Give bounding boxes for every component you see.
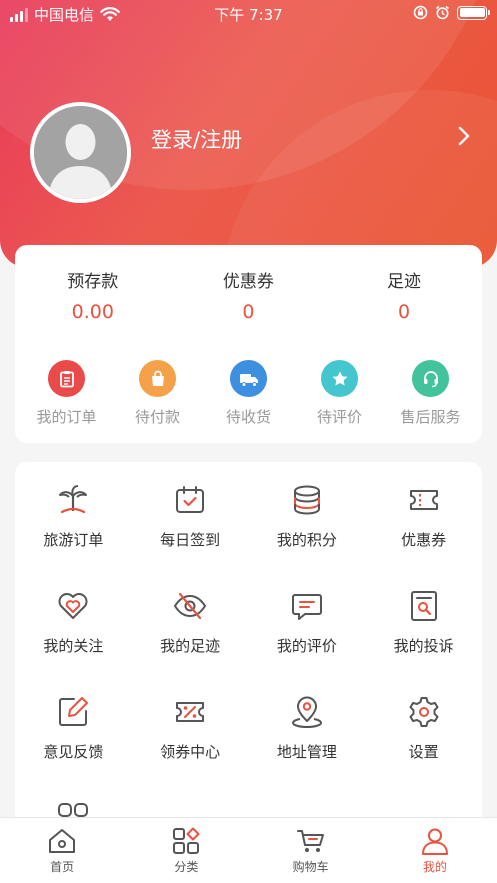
category-icon xyxy=(173,827,200,854)
stat-label: 预存款 xyxy=(67,272,119,292)
eye-off-icon xyxy=(173,592,207,620)
order-after-sales[interactable]: 售后服务 xyxy=(391,360,471,427)
status-bar: 中国电信 下午 7:37 xyxy=(0,0,497,28)
service-travel-orders[interactable]: 旅游订单 xyxy=(15,482,132,588)
home-icon xyxy=(49,829,76,853)
bottom-tab-bar: 首页 分类 购物车 我的 xyxy=(0,817,497,883)
percent-coupon-icon xyxy=(176,702,205,722)
stat-coupons[interactable]: 优惠券 0 xyxy=(171,267,327,323)
stat-label: 足迹 xyxy=(386,272,421,292)
service-label: 旅游订单 xyxy=(43,531,104,549)
shopping-bag-icon xyxy=(139,360,176,397)
service-my-footprints[interactable]: 我的足迹 xyxy=(132,588,249,694)
stat-value: 0 xyxy=(397,301,411,323)
calendar-check-icon xyxy=(176,486,205,513)
tab-home[interactable]: 首页 xyxy=(0,818,124,883)
login-row[interactable]: 登录/注册 xyxy=(30,102,470,203)
stat-value: 0 xyxy=(242,301,255,323)
service-coupon-center[interactable]: 领券中心 xyxy=(132,694,249,800)
clipboard-icon xyxy=(48,360,85,397)
edit-icon xyxy=(59,697,89,726)
service-my-reviews[interactable]: 我的评价 xyxy=(249,588,366,694)
battery-icon xyxy=(457,5,490,20)
service-label: 我的关注 xyxy=(43,637,104,655)
palm-tree-icon xyxy=(59,485,88,514)
service-settings[interactable]: 设置 xyxy=(365,694,482,800)
service-coupons[interactable]: 优惠券 xyxy=(365,482,482,588)
order-pending-delivery[interactable]: 待收货 xyxy=(209,360,289,427)
ticket-icon xyxy=(409,490,438,510)
stat-footprints[interactable]: 足迹 0 xyxy=(326,267,482,323)
coin-stack-icon xyxy=(293,485,320,515)
order-label: 待评价 xyxy=(316,408,362,426)
service-label: 地址管理 xyxy=(276,743,337,761)
service-daily-checkin[interactable]: 每日签到 xyxy=(132,482,249,588)
order-pending-payment[interactable]: 待付款 xyxy=(118,360,198,427)
account-summary-card: 预存款 0.00 优惠券 0 足迹 0 我的订单 待付款 待收货 待评价 售后服… xyxy=(15,245,482,443)
tab-label: 我的 xyxy=(422,860,447,874)
location-pin-icon xyxy=(291,696,322,729)
alarm-icon xyxy=(436,5,449,20)
tab-label: 购物车 xyxy=(292,860,329,874)
stat-deposit[interactable]: 预存款 0.00 xyxy=(15,267,171,323)
order-all[interactable]: 我的订单 xyxy=(27,360,107,427)
services-card: 旅游订单 每日签到 我的积分 优惠券 我的关注 我的足迹 我的评价 我的投诉 意… xyxy=(15,462,482,842)
service-label: 优惠券 xyxy=(401,531,447,549)
tab-mine[interactable]: 我的 xyxy=(373,818,497,883)
headset-icon xyxy=(412,360,449,397)
stat-label: 优惠券 xyxy=(222,272,274,292)
tab-category[interactable]: 分类 xyxy=(124,818,248,883)
service-address-management[interactable]: 地址管理 xyxy=(249,694,366,800)
heart-icon xyxy=(58,593,88,619)
comment-icon xyxy=(291,594,322,620)
service-label: 领券中心 xyxy=(160,743,221,761)
star-icon xyxy=(321,360,358,397)
service-label: 意见反馈 xyxy=(43,743,104,761)
service-my-points[interactable]: 我的积分 xyxy=(249,482,366,588)
tab-cart[interactable]: 购物车 xyxy=(249,818,373,883)
order-label: 待收货 xyxy=(225,408,271,426)
service-label: 设置 xyxy=(408,743,439,761)
orientation-lock-icon xyxy=(413,5,428,20)
order-pending-review[interactable]: 待评价 xyxy=(300,360,380,427)
order-label: 我的订单 xyxy=(36,408,97,426)
service-label: 我的积分 xyxy=(276,531,337,549)
service-my-follows[interactable]: 我的关注 xyxy=(15,588,132,694)
service-label: 我的投诉 xyxy=(393,637,454,655)
gear-icon xyxy=(409,697,439,727)
service-feedback[interactable]: 意见反馈 xyxy=(15,694,132,800)
default-avatar-icon xyxy=(34,106,127,199)
service-label: 每日签到 xyxy=(160,531,221,549)
tab-label: 首页 xyxy=(50,860,75,874)
chevron-right-icon[interactable] xyxy=(458,126,470,146)
service-label: 我的足迹 xyxy=(160,637,221,655)
order-label: 待付款 xyxy=(134,408,180,426)
user-icon xyxy=(421,828,448,855)
avatar[interactable] xyxy=(30,102,131,203)
complaint-doc-icon xyxy=(410,591,437,621)
stat-value: 0.00 xyxy=(71,301,114,323)
login-register-link[interactable]: 登录/注册 xyxy=(151,124,242,154)
service-label: 我的评价 xyxy=(276,637,337,655)
tab-label: 分类 xyxy=(174,860,199,874)
order-label: 售后服务 xyxy=(400,408,461,426)
cart-icon xyxy=(296,830,324,852)
service-my-complaints[interactable]: 我的投诉 xyxy=(365,588,482,694)
truck-icon xyxy=(230,360,267,397)
